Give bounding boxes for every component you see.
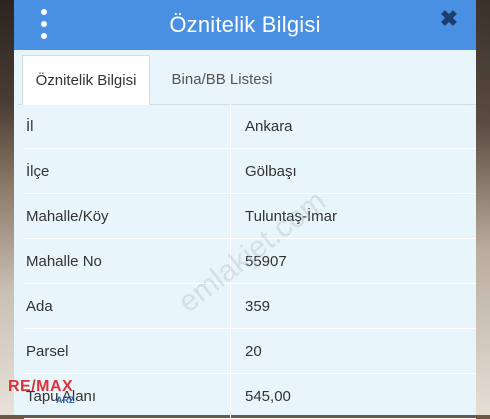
- row-label: İl: [24, 104, 231, 148]
- attribute-table: İl Ankara İlçe Gölbaşı Mahalle/Köy Tulun…: [24, 104, 476, 419]
- row-label: Mahalle/Köy: [24, 194, 231, 238]
- table-row: Parsel 20: [24, 329, 476, 374]
- row-value: 55907: [245, 252, 287, 270]
- logo-subtext: ARZ: [56, 395, 75, 405]
- remax-logo: RE/MAX: [8, 378, 74, 395]
- attribute-dialog: Öznitelik Bilgisi ✖ Öznitelik Bilgisi Bi…: [14, 0, 476, 419]
- row-value: Tuluntaş-İmar: [245, 207, 337, 225]
- row-value: 545,00: [245, 387, 291, 405]
- table-row: Tapu Alanı 545,00: [24, 374, 476, 419]
- dialog-title: Öznitelik Bilgisi: [169, 12, 321, 37]
- row-label: İlçe: [24, 149, 231, 193]
- tab-attribute-info[interactable]: Öznitelik Bilgisi: [22, 55, 150, 105]
- row-value: 20: [245, 342, 262, 360]
- table-row: Mahalle/Köy Tuluntaş-İmar: [24, 194, 476, 239]
- row-label: Mahalle No: [24, 239, 231, 283]
- row-value: Ankara: [245, 117, 293, 135]
- table-row: Mahalle No 55907: [24, 239, 476, 284]
- close-icon[interactable]: ✖: [438, 8, 460, 30]
- row-value: Gölbaşı: [245, 162, 297, 180]
- tab-building-list[interactable]: Bina/BB Listesi: [162, 55, 282, 104]
- background-photo-right: [474, 0, 490, 415]
- vertical-dots-icon[interactable]: [34, 9, 54, 39]
- tab-bar: Öznitelik Bilgisi Bina/BB Listesi: [18, 55, 476, 105]
- row-label: Ada: [24, 284, 231, 328]
- row-value: 359: [245, 297, 271, 315]
- table-row: İl Ankara: [24, 104, 476, 149]
- row-label: Parsel: [24, 329, 231, 373]
- table-row: İlçe Gölbaşı: [24, 149, 476, 194]
- table-row: Ada 359: [24, 284, 476, 329]
- dialog-header: Öznitelik Bilgisi ✖: [14, 0, 476, 50]
